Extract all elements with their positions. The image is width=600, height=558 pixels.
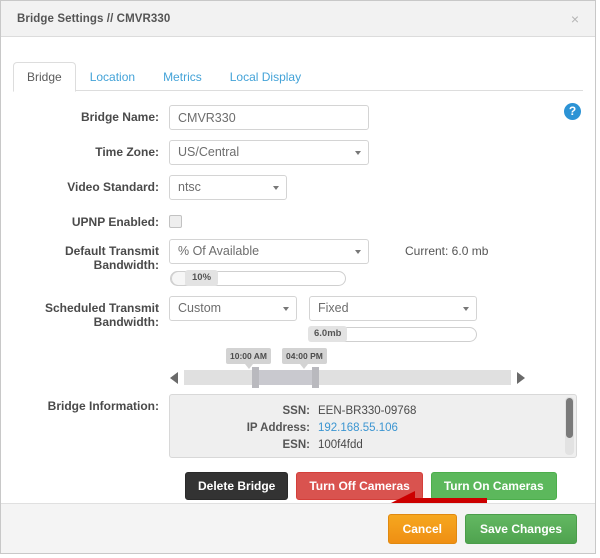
tab-bar: Bridge Location Metrics Local Display bbox=[1, 55, 595, 92]
dialog-titlebar: Bridge Settings // CMVR330 × bbox=[1, 1, 595, 37]
help-icon[interactable]: ? bbox=[564, 103, 581, 120]
turn-on-cameras-button[interactable]: Turn On Cameras bbox=[430, 472, 557, 500]
schedule-select[interactable]: Custom bbox=[169, 296, 297, 321]
video-standard-value: ntsc bbox=[178, 180, 201, 194]
chevron-down-icon bbox=[355, 249, 361, 254]
ssn-value: EEN-BR330-09768 bbox=[318, 405, 417, 417]
video-standard-field-wrap: ntsc bbox=[169, 175, 579, 200]
dialog-body: ? Bridge Name: Time Zone: US/Central Vid… bbox=[1, 91, 595, 503]
tab-bridge[interactable]: Bridge bbox=[13, 61, 76, 92]
bridge-information-scrollbar[interactable] bbox=[565, 397, 574, 455]
time-range-end-label: 04:00 PM bbox=[282, 348, 327, 369]
upnp-checkbox[interactable] bbox=[169, 215, 182, 228]
video-standard-label: Video Standard: bbox=[67, 180, 159, 194]
ip-address-value[interactable]: 192.168.55.106 bbox=[318, 420, 398, 437]
bridge-information-scrollbar-thumb[interactable] bbox=[566, 398, 573, 438]
bridge-action-buttons: Delete Bridge Turn Off Cameras Turn On C… bbox=[185, 472, 579, 500]
time-zone-select[interactable]: US/Central bbox=[169, 140, 369, 165]
default-transmit-bandwidth-label: Default Transmit Bandwidth: bbox=[64, 244, 159, 272]
bridge-name-label: Bridge Name: bbox=[80, 110, 159, 124]
time-range-start-handle[interactable] bbox=[252, 367, 259, 388]
tab-location[interactable]: Location bbox=[76, 62, 149, 91]
default-transmit-bandwidth-value: % Of Available bbox=[178, 244, 260, 258]
chevron-down-icon bbox=[355, 150, 361, 155]
field-row-video-standard: Video Standard: ntsc bbox=[17, 175, 579, 200]
field-row-bridge-information: Bridge Information: SSN: EEN-BR330-09768… bbox=[17, 394, 579, 458]
ssn-key: SSN: bbox=[282, 405, 310, 417]
default-transmit-bandwidth-field-wrap: % Of Available Current: 6.0 mb 10% bbox=[169, 239, 579, 286]
bridge-information-field-wrap: SSN: EEN-BR330-09768 IP Address: 192.168… bbox=[169, 394, 579, 458]
upnp-label: UPNP Enabled: bbox=[71, 215, 159, 229]
time-range-scroll-left-icon[interactable] bbox=[170, 372, 178, 384]
time-zone-field-wrap: US/Central bbox=[169, 140, 579, 165]
bandwidth-percent-value: 10% bbox=[185, 270, 219, 286]
bridge-name-input[interactable] bbox=[169, 105, 369, 130]
rate-mode-value: Fixed bbox=[318, 301, 349, 315]
ip-address-key: IP Address: bbox=[246, 422, 310, 434]
time-range-end-handle[interactable] bbox=[312, 367, 319, 388]
save-changes-button[interactable]: Save Changes bbox=[464, 513, 577, 544]
default-transmit-bandwidth-select[interactable]: % Of Available bbox=[169, 239, 369, 264]
turn-off-cameras-button[interactable]: Turn Off Cameras bbox=[296, 472, 423, 500]
field-row-upnp: UPNP Enabled: bbox=[17, 210, 579, 229]
delete-bridge-button[interactable]: Delete Bridge bbox=[185, 472, 289, 500]
rate-value-slider[interactable]: 6.0mb bbox=[308, 326, 477, 342]
scheduled-transmit-bandwidth-field-wrap: Custom Fixed 6.0mb 10:00 AM 04:00 PM bbox=[169, 296, 579, 390]
current-bandwidth-note: Current: 6.0 mb bbox=[405, 244, 489, 258]
rate-mode-select[interactable]: Fixed bbox=[309, 296, 477, 321]
video-standard-select[interactable]: ntsc bbox=[169, 175, 287, 200]
info-row-ip-address: IP Address: 192.168.55.106 bbox=[170, 420, 576, 437]
time-range-track[interactable] bbox=[184, 367, 511, 388]
field-row-bridge-name: Bridge Name: bbox=[17, 105, 579, 130]
chevron-down-icon bbox=[463, 306, 469, 311]
tab-local-display[interactable]: Local Display bbox=[216, 62, 315, 91]
bridge-settings-dialog: Bridge Settings // CMVR330 × Bridge Loca… bbox=[0, 0, 596, 554]
rate-mode-group: Fixed 6.0mb bbox=[308, 296, 477, 342]
time-range-scroll-right-icon[interactable] bbox=[517, 372, 525, 384]
dialog-footer: Cancel Save Changes bbox=[1, 503, 595, 553]
esn-key: ESN: bbox=[282, 439, 310, 451]
tab-metrics[interactable]: Metrics bbox=[149, 62, 216, 91]
cancel-button[interactable]: Cancel bbox=[387, 513, 457, 544]
chevron-down-icon bbox=[283, 306, 289, 311]
bridge-name-field-wrap bbox=[169, 105, 579, 130]
bridge-information-panel: SSN: EEN-BR330-09768 IP Address: 192.168… bbox=[169, 394, 577, 458]
schedule-value: Custom bbox=[178, 301, 222, 315]
bridge-information-label: Bridge Information: bbox=[47, 399, 159, 413]
scheduled-transmit-bandwidth-label: Scheduled Transmit Bandwidth: bbox=[44, 301, 159, 329]
time-zone-label: Time Zone: bbox=[95, 145, 159, 159]
bandwidth-percent-slider[interactable]: 10% bbox=[170, 270, 346, 286]
esn-value: 100f4fdd bbox=[318, 439, 363, 451]
chevron-down-icon bbox=[273, 185, 279, 190]
time-range-selection[interactable] bbox=[254, 370, 316, 385]
info-row-ssn: SSN: EEN-BR330-09768 bbox=[170, 403, 576, 420]
upnp-field-wrap bbox=[169, 210, 579, 228]
close-icon[interactable]: × bbox=[567, 10, 583, 28]
info-row-esn: ESN: 100f4fdd bbox=[170, 437, 576, 454]
field-row-default-transmit-bandwidth: Default Transmit Bandwidth: % Of Availab… bbox=[17, 239, 579, 286]
schedule-time-range-slider[interactable]: 10:00 AM 04:00 PM bbox=[170, 348, 525, 390]
rate-value-label: 6.0mb bbox=[308, 326, 348, 342]
dialog-title: Bridge Settings // CMVR330 bbox=[17, 12, 171, 25]
field-row-scheduled-transmit-bandwidth: Scheduled Transmit Bandwidth: Custom Fix… bbox=[17, 296, 579, 390]
time-zone-value: US/Central bbox=[178, 145, 240, 159]
time-range-start-label: 10:00 AM bbox=[226, 348, 272, 369]
field-row-time-zone: Time Zone: US/Central bbox=[17, 140, 579, 165]
